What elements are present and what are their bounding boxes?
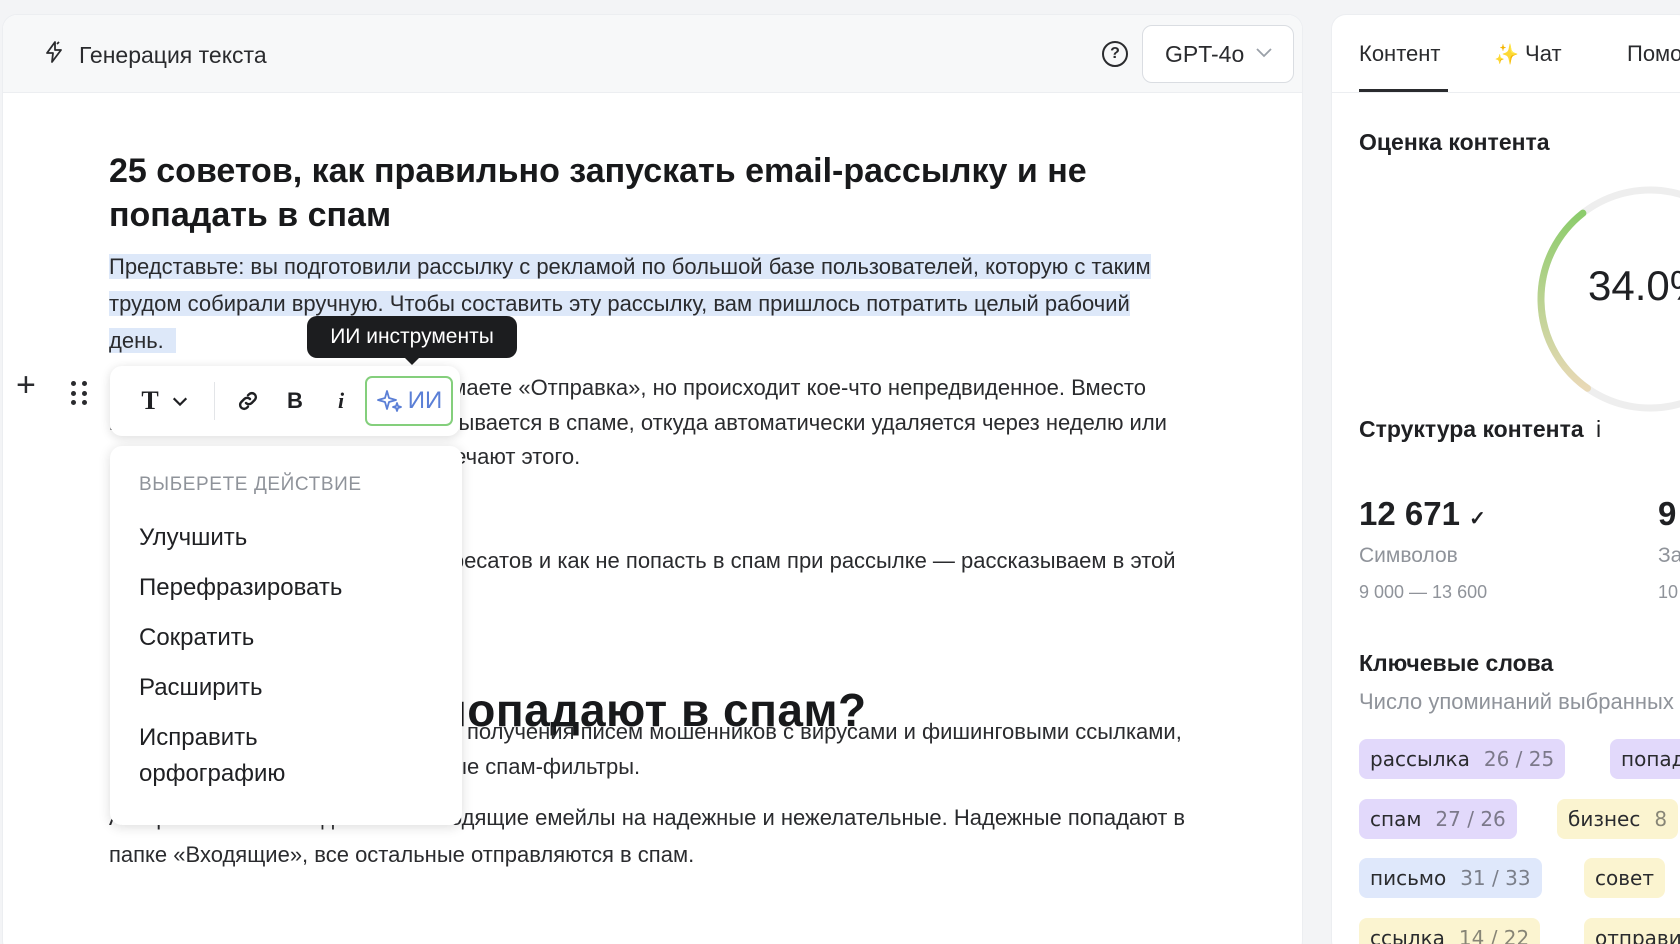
keyword-chip[interactable]: спам 27 / 26 [1359, 799, 1517, 839]
stat-second-value: 9 [1658, 495, 1677, 532]
score-title: Оценка контента [1359, 129, 1550, 155]
lightning-icon [42, 40, 66, 70]
keyword-chip[interactable]: рассылка 26 / 25 [1359, 739, 1566, 779]
keywords-subtitle: Число упоминаний выбранных [1359, 689, 1674, 714]
menu-item-fix-spelling[interactable]: Исправить орфографию [139, 720, 359, 792]
menu-item-shorten[interactable]: Сократить [139, 620, 439, 656]
info-icon[interactable]: i [1596, 416, 1601, 442]
selected-line[interactable]: Представьте: вы подготовили рассылку с р… [109, 254, 1151, 279]
keyword-chip[interactable]: письмо 31 / 33 [1359, 858, 1542, 898]
link-icon [238, 391, 258, 411]
structure-title: Структура контента i [1359, 416, 1601, 443]
model-select-value: GPT-4o [1165, 40, 1245, 67]
sparkles-icon [376, 390, 402, 412]
link-button[interactable] [223, 378, 273, 424]
bold-button[interactable]: B [273, 378, 317, 424]
keyword-count: 14 / 22 [1458, 926, 1530, 944]
menu-item-rephrase[interactable]: Перефразировать [139, 570, 439, 606]
stat-characters-value: 12 671 ✓ [1359, 495, 1486, 533]
check-icon: ✓ [1469, 508, 1486, 530]
content-sidebar: Контент ✨ Чат Помо Оценка контента 34.0%… [1332, 15, 1680, 944]
stat-characters-number: 12 671 [1359, 495, 1460, 532]
app-root: Генерация текста ? GPT-4o 25 советов, ка… [0, 0, 1680, 944]
chevron-down-icon [1254, 41, 1274, 68]
keyword-count: 8 [1654, 807, 1668, 831]
keyword-word: бизнес [1568, 807, 1641, 831]
ai-tools-button[interactable]: ИИ [365, 376, 453, 426]
keyword-word: попад [1621, 747, 1680, 771]
sidebar-tabs: Контент ✨ Чат Помо [1332, 15, 1680, 93]
keyword-word: спам [1370, 807, 1422, 831]
text-style-icon: T [141, 386, 159, 415]
help-icon[interactable]: ? [1102, 41, 1128, 67]
model-select[interactable]: GPT-4o [1142, 25, 1294, 83]
editor-title-text: Генерация текста [79, 41, 267, 68]
keyword-count: 26 / 25 [1483, 747, 1555, 771]
editor-header: Генерация текста ? GPT-4o [3, 15, 1302, 93]
ai-tools-label: ИИ [407, 387, 443, 414]
format-toolbar: T B i ИИ [110, 366, 460, 436]
keyword-word: совет [1595, 866, 1654, 890]
stat-second-range: 10 [1658, 582, 1679, 602]
keyword-chip[interactable]: отправи [1584, 918, 1680, 944]
tab-chat-label: Чат [1525, 41, 1562, 66]
tab-content[interactable]: Контент [1359, 41, 1441, 67]
structure-title-text: Структура контента [1359, 416, 1584, 442]
keyword-word: ссылка [1370, 926, 1445, 944]
keyword-count: 31 / 33 [1460, 866, 1531, 890]
paragraph-2-line-3[interactable]: мечают этого. [439, 438, 1279, 475]
menu-title: ВЫБЕРЕТЕ ДЕЙСТВИЕ [139, 474, 362, 495]
drag-handle-icon[interactable] [71, 381, 87, 407]
paragraph-5-line: папке «Входящие», все остальные отправля… [109, 842, 695, 867]
menu-item-improve[interactable]: Улучшить [139, 520, 439, 556]
keywords-title: Ключевые слова [1359, 650, 1554, 676]
chevron-down-icon [172, 397, 187, 407]
paragraph-4-line-1[interactable]: от получения писем мошенников с вирусами… [439, 713, 1279, 750]
paragraph-4-line-2[interactable]: ные спам-фильтры. [439, 748, 1279, 785]
keyword-word: письмо [1370, 866, 1447, 890]
stat-second-label: За [1658, 544, 1680, 567]
keyword-word: отправи [1595, 926, 1680, 944]
selected-line[interactable]: трудом собирали вручную. Чтобы составить… [109, 291, 1130, 316]
article-title[interactable]: 25 советов, как правильно запускать emai… [109, 149, 1159, 237]
stat-characters-range: 9 000 — 13 600 [1359, 582, 1488, 602]
paragraph-2-line-1[interactable]: имаете «Отправка», но происходит кое-что… [439, 369, 1279, 406]
keyword-chip[interactable]: попад [1610, 739, 1680, 779]
score-value: 34.0% [1588, 262, 1680, 309]
paragraph-selected[interactable]: Представьте: вы подготовили рассылку с р… [109, 248, 1279, 359]
sparkle-icon: ✨ [1494, 44, 1519, 66]
menu-item-expand[interactable]: Расширить [139, 670, 439, 706]
text-style-button[interactable]: T [130, 378, 200, 424]
stat-characters-label: Символов [1359, 544, 1458, 567]
keyword-word: рассылка [1370, 747, 1470, 771]
paragraph-3[interactable]: дресатов и как не попасть в спам при рас… [439, 542, 1279, 579]
tab-chat[interactable]: ✨ Чат [1494, 41, 1562, 67]
ai-action-menu: ВЫБЕРЕТЕ ДЕЙСТВИЕ Улучшить Перефразирова… [110, 446, 462, 825]
keyword-count: 27 / 26 [1435, 807, 1506, 831]
toolbar-divider [214, 382, 215, 420]
active-tab-indicator [1359, 89, 1448, 92]
keyword-chip[interactable]: бизнес 8 [1557, 799, 1679, 839]
tab-help[interactable]: Помо [1627, 41, 1680, 67]
selected-line[interactable]: день. [109, 328, 164, 353]
ai-tools-tooltip: ИИ инструменты [307, 316, 517, 365]
add-block-button[interactable]: + [16, 368, 36, 402]
editor-title: Генерация текста [42, 41, 267, 69]
italic-button[interactable]: i [317, 378, 365, 424]
keyword-chip[interactable]: совет [1584, 858, 1665, 898]
keyword-chip[interactable]: ссылка 14 / 22 [1359, 918, 1541, 944]
